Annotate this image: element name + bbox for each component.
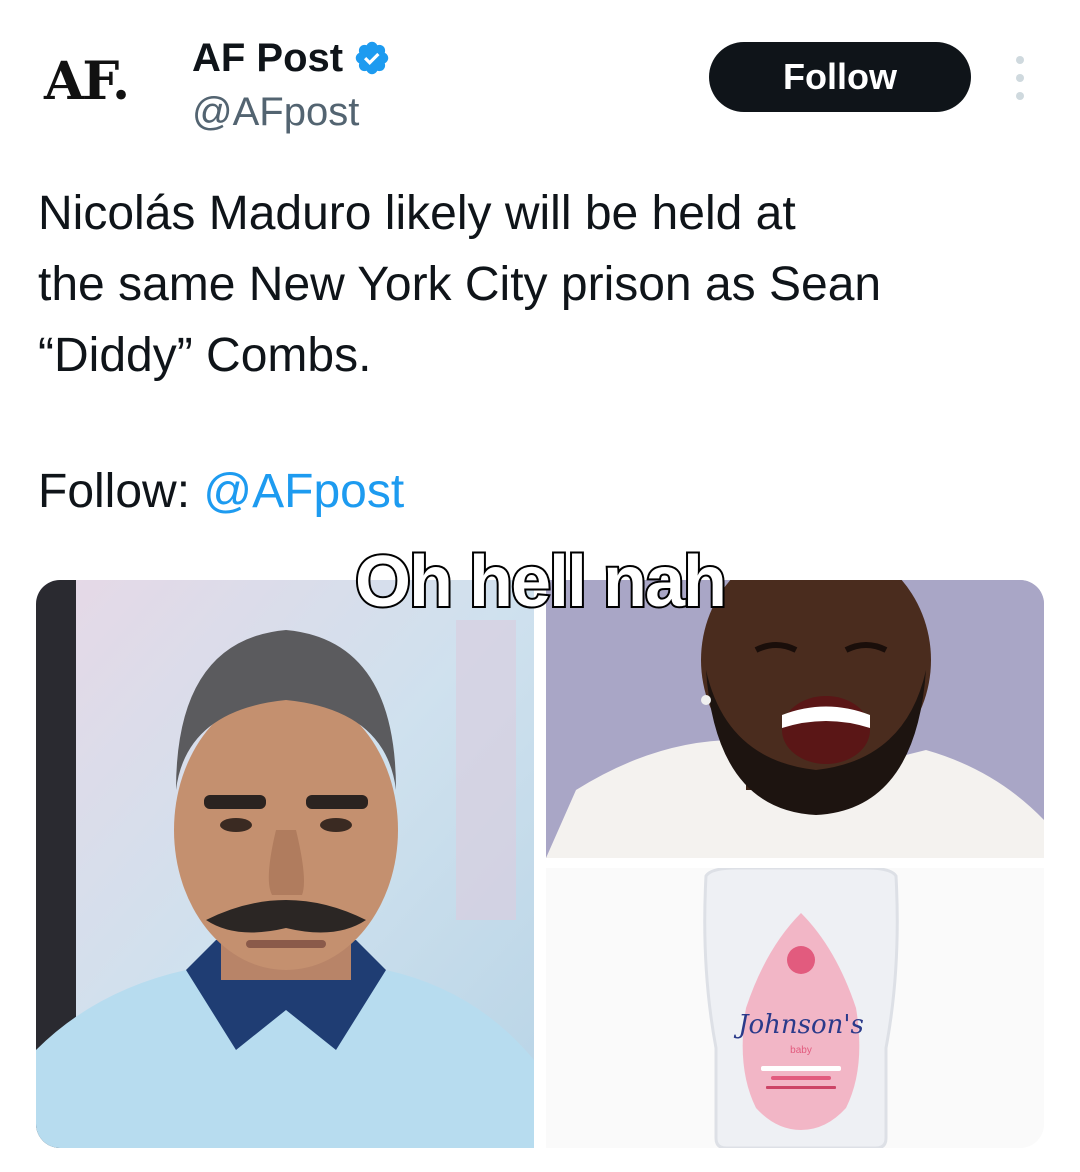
follow-prefix: Follow: bbox=[38, 465, 204, 518]
bottle-sub-text: baby bbox=[790, 1045, 812, 1056]
author-handle[interactable]: @AFpost bbox=[192, 88, 359, 136]
tweet-line: “Diddy” Combs. bbox=[38, 329, 372, 382]
author-logo[interactable]: AF. bbox=[44, 52, 164, 112]
mention-link[interactable]: @AFpost bbox=[203, 465, 404, 518]
tweet-line: the same New York City prison as Sean bbox=[38, 258, 882, 311]
author-display-name: AF Post bbox=[192, 36, 344, 80]
author-name-row[interactable]: AF Post bbox=[192, 34, 391, 82]
tweet-text: Nicolás Maduro likely will be held at th… bbox=[38, 178, 1038, 391]
bottle-brand-text: Johnson's bbox=[733, 1010, 864, 1040]
media-grid: Johnson's baby bbox=[36, 580, 1044, 1148]
media-photo-bottom-right[interactable]: Johnson's baby bbox=[546, 868, 1044, 1148]
more-options-icon[interactable] bbox=[1008, 56, 1032, 100]
tweet-follow-line: Follow: @AFpost bbox=[38, 456, 404, 527]
verified-badge-icon bbox=[353, 39, 391, 77]
follow-button[interactable]: Follow bbox=[709, 42, 971, 112]
tweet-line: Nicolás Maduro likely will be held at bbox=[38, 187, 796, 240]
media-photo-left[interactable] bbox=[36, 580, 534, 1148]
overlay-caption: Oh hell nah bbox=[353, 540, 729, 624]
